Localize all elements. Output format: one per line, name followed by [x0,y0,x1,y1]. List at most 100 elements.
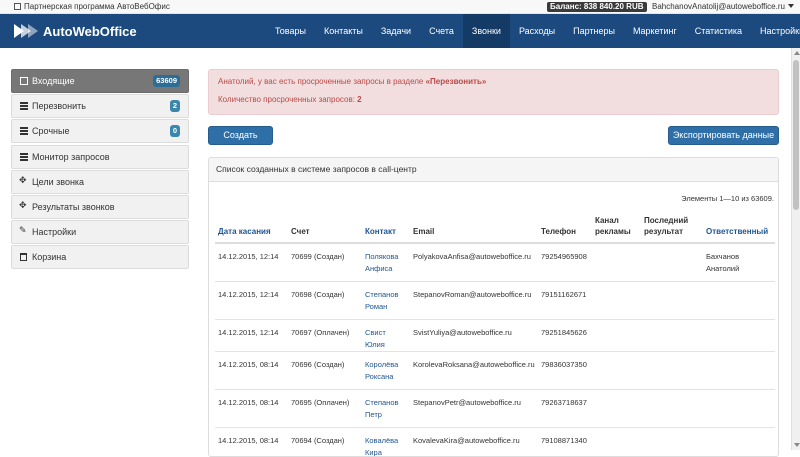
cell-date: 14.12.2015, 12:14 [215,242,288,281]
column-header-email: Email [410,213,538,244]
scroll-up-icon[interactable] [794,51,800,55]
cell-email: SvistYuliya@autoweboffice.ru [410,318,538,351]
sidebar-item-urgent[interactable]: Срочные 0 [11,119,189,144]
brand-name: AutoWebOffice [43,23,137,39]
cell-phone: 79836037350 [538,350,592,389]
scroll-down-icon[interactable] [794,443,800,447]
table-row[interactable]: 14.12.2015, 12:14 70697 (Оплачен) Свист … [215,318,775,351]
column-header-last-result: Последний результат [641,213,703,244]
cell-invoice: 70696 (Создан) [288,350,362,389]
cell-date: 14.12.2015, 08:14 [215,426,288,456]
column-header-contact[interactable]: Контакт [362,213,410,244]
partner-icon [14,3,21,10]
nav-item-expenses[interactable]: Расходы [510,14,564,48]
panel-title: Список созданных в системе запросов в ca… [209,158,778,182]
cell-channel [592,318,641,351]
table-row[interactable]: 14.12.2015, 08:14 70696 (Создан) Королёв… [215,350,775,389]
sidebar-item-call-results[interactable]: Результаты звонков [11,194,189,219]
cell-result [641,388,703,427]
cell-invoice: 70694 (Создан) [288,426,362,456]
nav-item-partners[interactable]: Партнеры [564,14,624,48]
cell-phone: 79254965908 [538,242,592,281]
sidebar-item-inbox[interactable]: Входящие 63609 [11,69,189,93]
nav-item-marketing[interactable]: Маркетинг [624,14,686,48]
cell-email: StepanovRoman@autoweboffice.ru [410,280,538,319]
cell-contact[interactable]: Ковалёва Кира [362,426,410,456]
cell-owner [703,280,775,319]
overdue-alert: Анатолий, у вас есть просроченные запрос… [208,69,779,115]
table-row[interactable]: 14.12.2015, 12:14 70699 (Создан) Поляков… [215,242,775,281]
nav-item-invoices[interactable]: Счета [420,14,463,48]
cell-contact[interactable]: Полякова Анфиса [362,242,410,281]
requests-panel: Список созданных в системе запросов в ca… [208,157,779,457]
alert-text: Анатолий, у вас есть просроченные запрос… [218,77,426,86]
column-header-invoice: Счет [288,213,362,244]
cell-date: 14.12.2015, 12:14 [215,318,288,351]
table-row[interactable]: 14.12.2015, 12:14 70698 (Создан) Степано… [215,280,775,319]
caret-down-icon [787,4,794,8]
cell-invoice: 70698 (Создан) [288,280,362,319]
overdue-count: 2 [357,95,362,104]
trash-icon [20,253,27,262]
nav-item-tasks[interactable]: Задачи [372,14,420,48]
cell-phone: 79108871340 [538,426,592,456]
table-row[interactable]: 14.12.2015, 08:14 70694 (Создан) Ковалёв… [215,426,775,456]
count-badge: 63609 [153,75,180,87]
pagination-summary: Элементы 1—10 из 63609. [681,194,774,203]
main-navbar: AutoWebOffice Товары Контакты Задачи Сче… [0,14,800,48]
cell-contact[interactable]: Королёва Роксана [362,350,410,389]
sidebar-item-request-monitor[interactable]: Монитор запросов [11,144,189,169]
sidebar-item-trash[interactable]: Корзина [11,245,189,270]
count-badge: 2 [169,100,180,113]
column-header-date[interactable]: Дата касания [215,213,288,244]
cell-result [641,426,703,456]
cell-channel [592,242,641,281]
sidebar-item-settings[interactable]: Настройки [11,220,189,245]
nav-item-settings[interactable]: Настройки [751,14,800,48]
column-header-owner[interactable]: Ответственный [703,213,775,244]
nav-item-contacts[interactable]: Контакты [315,14,372,48]
move-icon [19,170,28,192]
table-row[interactable]: 14.12.2015, 08:14 70695 (Оплачен) Степан… [215,388,775,427]
sidebar: Входящие 63609 Перезвонить 2 Срочные 0 М… [11,69,189,271]
logo[interactable]: AutoWebOffice [14,22,137,40]
cell-email: KovalevaKira@autoweboffice.ru [410,426,538,456]
nav-menu: Товары Контакты Задачи Счета Звонки Расх… [266,14,800,48]
cell-phone: 79263718637 [538,388,592,427]
cell-contact[interactable]: Степанов Роман [362,280,410,319]
cell-phone: 79251845626 [538,318,592,351]
cell-email: StepanovPetr@autoweboffice.ru [410,388,538,427]
list-icon [20,127,28,136]
cell-owner: Бахчанов Анатолий [703,242,775,281]
sidebar-item-label: Входящие [32,76,75,86]
nav-item-calls[interactable]: Звонки [462,14,510,48]
scrollbar-thumb[interactable] [793,60,799,210]
partner-program-link[interactable]: Партнерская программа АвтоВебОфис [14,2,170,11]
sidebar-item-label: Перезвонить [32,101,86,112]
balance-badge: Баланс: 838 840.20 RUB [547,2,647,12]
sidebar-item-callback[interactable]: Перезвонить 2 [11,94,189,119]
cell-result [641,350,703,389]
nav-item-statistics[interactable]: Статистика [686,14,751,48]
cell-contact[interactable]: Свист Юлия [362,318,410,351]
alert-callback-link[interactable]: «Перезвонить» [426,77,487,86]
column-header-phone: Телефон [538,213,592,244]
user-menu[interactable]: BahchanovAnatolij@autoweboffice.ru [652,2,794,11]
create-button[interactable]: Создать [208,126,273,145]
sidebar-item-label: Цели звонка [32,176,85,187]
cell-owner [703,318,775,351]
count-badge: 0 [169,125,180,138]
sidebar-item-label: Корзина [32,252,67,263]
cell-contact[interactable]: Степанов Петр [362,388,410,427]
nav-item-goods[interactable]: Товары [266,14,315,48]
export-data-button[interactable]: Экспортировать данные [668,126,779,145]
cell-owner [703,388,775,427]
cell-result [641,242,703,281]
sidebar-item-call-goals[interactable]: Цели звонка [11,169,189,194]
sidebar-item-label: Монитор запросов [32,151,110,162]
cell-channel [592,350,641,389]
alert-line-1: Анатолий, у вас есть просроченные запрос… [218,77,486,86]
page-scrollbar[interactable] [791,48,800,450]
logo-mark-icon [14,24,38,38]
cell-owner [703,426,775,456]
